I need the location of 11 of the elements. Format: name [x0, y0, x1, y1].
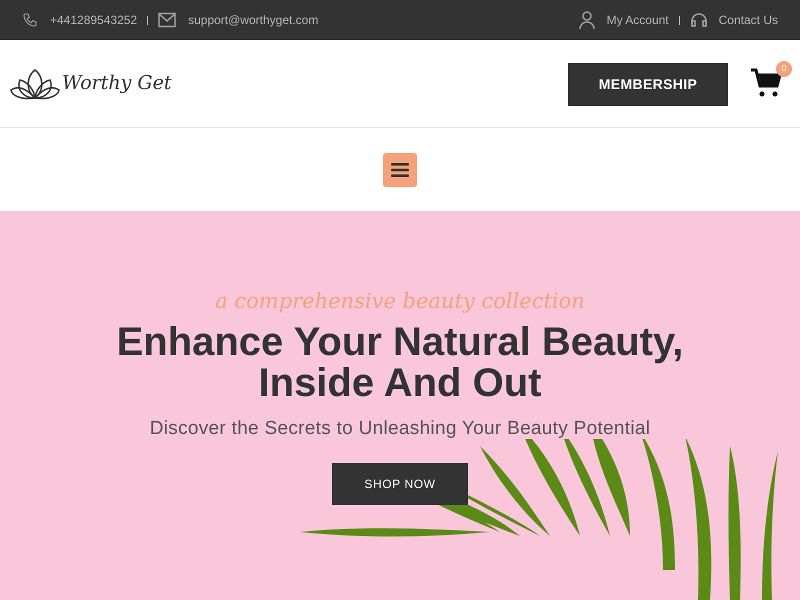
email-link[interactable]: support@worthyget.com — [188, 11, 318, 29]
hero-subtitle: Discover the Secrets to Unleashing Your Beauty Potential — [150, 417, 650, 441]
cart-count-badge: 0 — [776, 60, 792, 76]
phone-number[interactable]: +441289543252 — [50, 11, 138, 29]
contact-link[interactable]: Contact Us — [718, 11, 778, 29]
membership-button[interactable]: MEMBERSHIP — [568, 63, 728, 106]
logo-text[interactable]: Worthy Get — [62, 69, 172, 98]
hero-tagline: a comprehensive beauty collection — [215, 291, 585, 312]
hero-title: Enhance Your Natural Beauty, Inside And Out — [116, 322, 684, 404]
shop-now-button[interactable]: SHOP NOW — [332, 462, 468, 504]
account-link[interactable]: My Account — [606, 11, 669, 29]
